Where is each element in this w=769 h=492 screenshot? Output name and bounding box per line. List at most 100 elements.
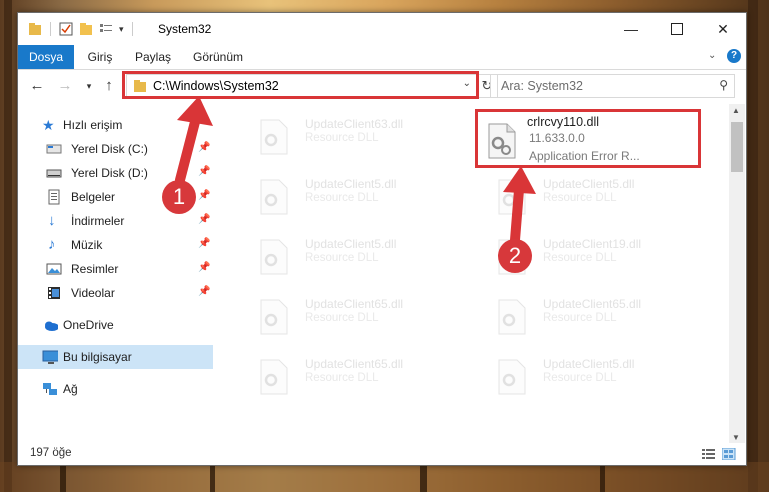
- tab-view[interactable]: Görünüm: [190, 45, 246, 69]
- file-item[interactable]: UpdateClient5.dll Resource DLL: [243, 171, 463, 223]
- address-bar-highlight: [122, 71, 479, 99]
- nav-item-videos[interactable]: Videolar 📌: [18, 281, 213, 305]
- nav-item-onedrive[interactable]: OneDrive: [18, 313, 213, 337]
- nav-item-music[interactable]: ♪ Müzik 📌: [18, 233, 213, 257]
- help-icon[interactable]: ?: [727, 49, 741, 63]
- pin-icon[interactable]: 📌: [198, 214, 210, 225]
- dll-file-icon: [260, 119, 288, 155]
- dll-file-icon: [260, 359, 288, 395]
- dll-file-icon: [498, 179, 526, 215]
- navigation-pane: ★ Hızlı erişim Yerel Disk (C:) 📌 Yerel D…: [18, 103, 213, 443]
- nav-label: Hızlı erişim: [63, 118, 123, 132]
- ribbon-tabs: Dosya Giriş Paylaş Görünüm ⌄ ?: [18, 45, 746, 70]
- drive-icon: [46, 169, 62, 178]
- file-description: Resource DLL: [305, 192, 379, 204]
- close-icon: ✕: [717, 20, 729, 37]
- download-icon: ↓: [48, 212, 56, 229]
- nav-item-network[interactable]: Ağ: [18, 377, 213, 401]
- forward-arrow-icon: →: [57, 77, 73, 94]
- file-name: UpdateClient5.dll: [543, 357, 635, 371]
- computer-icon: [42, 350, 58, 364]
- pictures-icon: [46, 263, 62, 275]
- recent-locations-button[interactable]: ▾: [80, 78, 98, 94]
- dropdown-arrow-icon[interactable]: ▾: [119, 24, 124, 35]
- dll-file-icon: [498, 299, 526, 335]
- pin-icon[interactable]: 📌: [198, 262, 210, 273]
- properties-icon[interactable]: [59, 22, 73, 36]
- music-icon: ♪: [48, 236, 56, 253]
- file-item[interactable]: UpdateClient5.dll Resource DLL: [481, 351, 701, 403]
- minimize-button[interactable]: —: [608, 13, 654, 45]
- nav-label: İndirmeler: [71, 214, 125, 228]
- tab-home[interactable]: Giriş: [82, 45, 118, 69]
- new-folder-icon[interactable]: [79, 22, 93, 36]
- file-name: UpdateClient19.dll: [543, 237, 642, 251]
- nav-item-local-disk-c[interactable]: Yerel Disk (C:) 📌: [18, 137, 213, 161]
- back-button[interactable]: ←: [28, 78, 46, 94]
- scroll-up-icon[interactable]: ▲: [732, 106, 740, 115]
- nav-item-this-pc[interactable]: Bu bilgisayar: [18, 345, 213, 369]
- file-description: Resource DLL: [305, 252, 379, 264]
- search-box[interactable]: ⚲: [490, 74, 735, 98]
- file-highlight: [475, 109, 701, 168]
- pin-icon[interactable]: 📌: [198, 238, 210, 249]
- nav-label: OneDrive: [63, 318, 114, 332]
- network-icon: [43, 383, 57, 395]
- nav-label: Ağ: [63, 382, 78, 396]
- pin-icon[interactable]: 📌: [198, 142, 210, 153]
- search-icon[interactable]: ⚲: [719, 78, 728, 92]
- tiles-view-icon[interactable]: [722, 448, 736, 460]
- pin-icon[interactable]: 📌: [198, 166, 210, 177]
- file-name: UpdateClient65.dll: [543, 297, 642, 311]
- nav-label: Belgeler: [71, 190, 116, 204]
- file-item[interactable]: UpdateClient65.dll Resource DLL: [243, 351, 463, 403]
- details-icon[interactable]: [99, 22, 113, 36]
- close-button[interactable]: ✕: [700, 13, 746, 45]
- file-description: Resource DLL: [543, 372, 617, 384]
- pin-icon[interactable]: 📌: [198, 286, 210, 297]
- maximize-icon: [671, 23, 683, 35]
- maximize-button[interactable]: [654, 13, 700, 45]
- tab-file[interactable]: Dosya: [18, 45, 74, 69]
- step-badge-1: 1: [162, 180, 196, 214]
- chevron-down-icon: ▾: [86, 81, 92, 91]
- file-item[interactable]: UpdateClient5.dll Resource DLL: [243, 231, 463, 283]
- file-item[interactable]: UpdateClient65.dll Resource DLL: [481, 291, 701, 343]
- drive-icon: [46, 144, 62, 154]
- dll-file-icon: [260, 239, 288, 275]
- file-name: UpdateClient5.dll: [305, 237, 397, 251]
- nav-label: Videolar: [71, 286, 115, 300]
- nav-item-quick-access[interactable]: ★ Hızlı erişim: [18, 113, 213, 137]
- expand-ribbon-icon[interactable]: ⌄: [708, 50, 716, 61]
- vertical-scrollbar[interactable]: ▲ ▼: [729, 104, 745, 444]
- file-item[interactable]: UpdateClient5.dll Resource DLL: [481, 171, 701, 223]
- file-item[interactable]: UpdateClient65.dll Resource DLL: [243, 291, 463, 343]
- step-badge-2: 2: [498, 239, 532, 273]
- nav-label: Yerel Disk (D:): [71, 166, 148, 180]
- item-count: 197 öğe: [30, 447, 72, 459]
- details-view-icon[interactable]: [702, 448, 716, 460]
- file-name: UpdateClient5.dll: [543, 177, 635, 191]
- file-description: Resource DLL: [543, 192, 617, 204]
- nav-label: Bu bilgisayar: [63, 350, 132, 364]
- file-description: Resource DLL: [305, 312, 379, 324]
- folder-icon[interactable]: [28, 22, 42, 36]
- file-item[interactable]: UpdateClient63.dll Resource DLL: [243, 111, 463, 163]
- tab-share[interactable]: Paylaş: [132, 45, 174, 69]
- dll-file-icon: [260, 179, 288, 215]
- nav-item-pictures[interactable]: Resimler 📌: [18, 257, 213, 281]
- scroll-thumb[interactable]: [731, 122, 743, 172]
- search-input[interactable]: [499, 78, 703, 94]
- dll-file-icon: [498, 359, 526, 395]
- up-button[interactable]: ↑: [100, 78, 118, 94]
- nav-label: Resimler: [71, 262, 119, 276]
- file-description: Resource DLL: [543, 312, 617, 324]
- minimize-icon: —: [624, 21, 638, 37]
- scroll-down-icon[interactable]: ▼: [732, 433, 740, 442]
- file-name: UpdateClient5.dll: [305, 177, 397, 191]
- file-name: UpdateClient65.dll: [305, 357, 404, 371]
- pin-icon[interactable]: 📌: [198, 190, 210, 201]
- up-arrow-icon: ↑: [105, 77, 113, 94]
- forward-button[interactable]: →: [56, 78, 74, 94]
- cloud-icon: [45, 321, 58, 331]
